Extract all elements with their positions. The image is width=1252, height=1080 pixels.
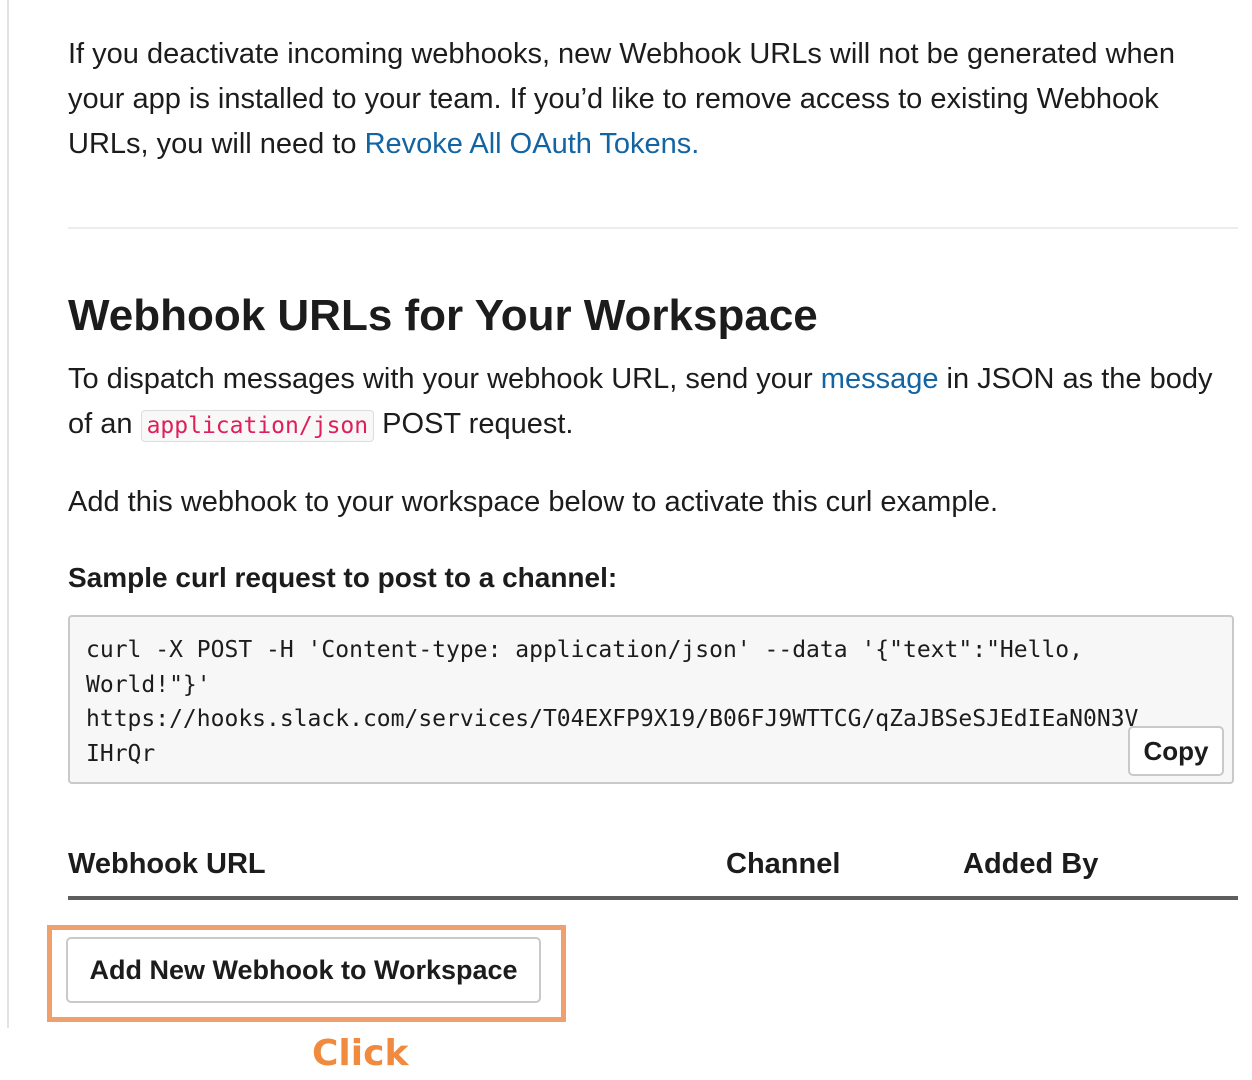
column-header-webhook-url: Webhook URL bbox=[68, 848, 266, 880]
section-divider bbox=[68, 227, 1238, 229]
column-header-channel: Channel bbox=[726, 848, 841, 880]
click-annotation-label: Click bbox=[312, 1033, 409, 1074]
curl-code-block: curl -X POST -H 'Content-type: applicati… bbox=[68, 615, 1234, 784]
sample-curl-heading: Sample curl request to post to a channel… bbox=[68, 562, 618, 593]
add-new-webhook-button[interactable]: Add New Webhook to Workspace bbox=[66, 937, 541, 1003]
copy-button[interactable]: Copy bbox=[1128, 726, 1224, 776]
content-type-code: application/json bbox=[140, 410, 375, 442]
dispatch-paragraph: To dispatch messages with your webhook U… bbox=[68, 357, 1238, 449]
dispatch-text-before: To dispatch messages with your webhook U… bbox=[68, 363, 821, 395]
webhook-table-header: Webhook URL Channel Added By bbox=[68, 836, 1238, 900]
deactivate-info-paragraph: If you deactivate incoming webhooks, new… bbox=[68, 32, 1228, 167]
left-border bbox=[7, 0, 9, 1028]
section-title: Webhook URLs for Your Workspace bbox=[68, 291, 818, 340]
column-header-added-by: Added By bbox=[963, 848, 1099, 880]
activate-paragraph: Add this webhook to your workspace below… bbox=[68, 486, 999, 518]
revoke-tokens-link[interactable]: Revoke All OAuth Tokens. bbox=[365, 128, 700, 160]
code-line: World!"}' bbox=[86, 671, 211, 698]
code-line: IHrQr bbox=[86, 740, 156, 767]
curl-code-text: curl -X POST -H 'Content-type: applicati… bbox=[86, 633, 1138, 771]
code-line: https://hooks.slack.com/services/T04EXFP… bbox=[86, 706, 1139, 732]
code-line: curl -X POST -H 'Content-type: applicati… bbox=[86, 637, 1083, 663]
dispatch-text-after: POST request. bbox=[374, 408, 574, 440]
message-link[interactable]: message bbox=[821, 363, 939, 395]
